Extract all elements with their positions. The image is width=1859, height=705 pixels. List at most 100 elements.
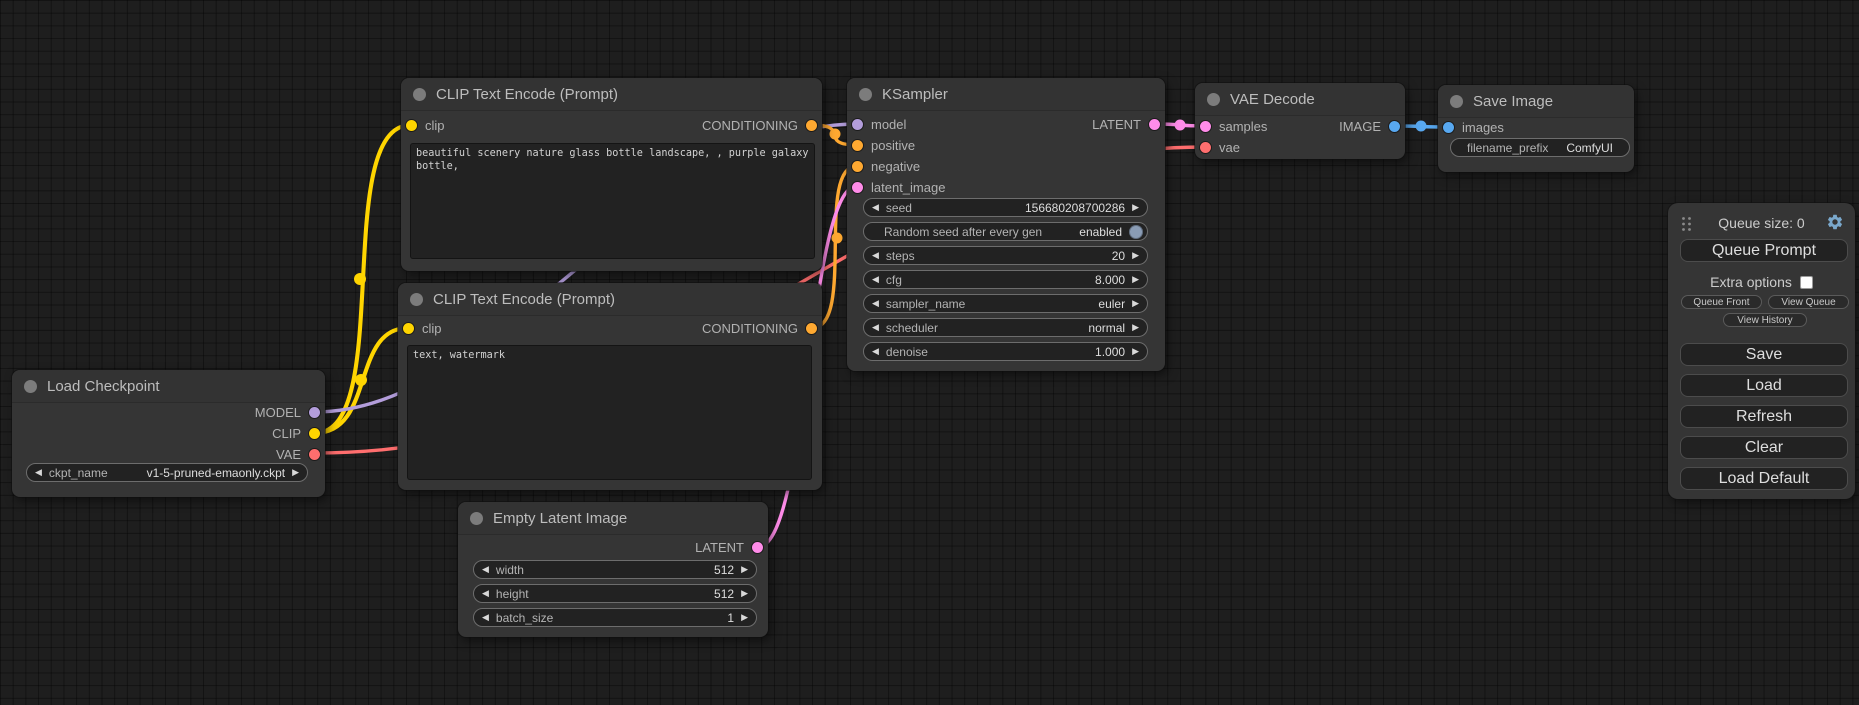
output-conditioning[interactable]: CONDITIONING bbox=[702, 114, 817, 136]
input-clip[interactable]: clip bbox=[403, 317, 442, 339]
collapse-dot-icon[interactable] bbox=[24, 380, 37, 393]
latent-port-icon[interactable] bbox=[852, 182, 863, 193]
conditioning-port-icon[interactable] bbox=[852, 161, 863, 172]
latent-port-icon[interactable] bbox=[752, 542, 763, 553]
increment-arrow-icon[interactable]: ▶ bbox=[1132, 347, 1139, 356]
node-clip-text-encode-negative[interactable]: CLIP Text Encode (Prompt) clip CONDITION… bbox=[398, 283, 822, 490]
decrement-arrow-icon[interactable]: ◀ bbox=[872, 323, 879, 332]
batch-size-widget[interactable]: ◀ batch_size 1 ▶ bbox=[473, 608, 757, 627]
collapse-dot-icon[interactable] bbox=[1207, 93, 1220, 106]
decrement-arrow-icon[interactable]: ◀ bbox=[872, 275, 879, 284]
settings-gear-icon[interactable] bbox=[1826, 213, 1844, 231]
link-dot[interactable] bbox=[1416, 121, 1427, 132]
node-load-checkpoint[interactable]: Load Checkpoint MODEL CLIP VAE ◀ ckpt_na… bbox=[12, 370, 325, 497]
toggle-knob-icon[interactable] bbox=[1129, 225, 1143, 239]
input-clip[interactable]: clip bbox=[406, 114, 445, 136]
cfg-widget[interactable]: ◀ cfg 8.000 ▶ bbox=[863, 270, 1148, 289]
filename-prefix-widget[interactable]: filename_prefix ComfyUI bbox=[1450, 138, 1630, 157]
collapse-dot-icon[interactable] bbox=[1450, 95, 1463, 108]
seed-widget[interactable]: ◀ seed 156680208700286 ▶ bbox=[863, 198, 1148, 217]
output-conditioning[interactable]: CONDITIONING bbox=[702, 317, 817, 339]
width-widget[interactable]: ◀ width 512 ▶ bbox=[473, 560, 757, 579]
input-vae[interactable]: vae bbox=[1200, 136, 1240, 158]
latent-port-icon[interactable] bbox=[1149, 119, 1160, 130]
clear-button[interactable]: Clear bbox=[1680, 436, 1848, 459]
node-header[interactable]: Empty Latent Image bbox=[458, 502, 768, 535]
node-ksampler[interactable]: KSampler model positive negative latent_… bbox=[847, 78, 1165, 371]
denoise-widget[interactable]: ◀ denoise 1.000 ▶ bbox=[863, 342, 1148, 361]
decrement-arrow-icon[interactable]: ◀ bbox=[482, 613, 489, 622]
ckpt-name-widget[interactable]: ◀ ckpt_name v1-5-pruned-emaonly.ckpt ▶ bbox=[26, 463, 308, 482]
node-save-image[interactable]: Save Image images filename_prefix ComfyU… bbox=[1438, 85, 1634, 172]
conditioning-port-icon[interactable] bbox=[852, 140, 863, 151]
node-clip-text-encode-positive[interactable]: CLIP Text Encode (Prompt) clip CONDITION… bbox=[401, 78, 822, 271]
random-seed-toggle-widget[interactable]: Random seed after every gen enabled bbox=[863, 222, 1148, 241]
decrement-arrow-icon[interactable]: ◀ bbox=[482, 565, 489, 574]
increment-arrow-icon[interactable]: ▶ bbox=[741, 565, 748, 574]
output-vae[interactable]: VAE bbox=[276, 443, 320, 465]
node-header[interactable]: Load Checkpoint bbox=[12, 370, 325, 403]
output-image[interactable]: IMAGE bbox=[1339, 115, 1400, 137]
node-header[interactable]: KSampler bbox=[847, 78, 1165, 111]
load-default-button[interactable]: Load Default bbox=[1680, 467, 1848, 490]
view-history-button[interactable]: View History bbox=[1723, 313, 1807, 327]
negative-prompt-textarea[interactable]: text, watermark bbox=[407, 345, 812, 480]
model-port-icon[interactable] bbox=[309, 407, 320, 418]
decrement-arrow-icon[interactable]: ◀ bbox=[872, 299, 879, 308]
image-port-icon[interactable] bbox=[1389, 121, 1400, 132]
node-vae-decode[interactable]: VAE Decode samples vae IMAGE bbox=[1195, 83, 1405, 159]
increment-arrow-icon[interactable]: ▶ bbox=[1132, 299, 1139, 308]
input-latent-image[interactable]: latent_image bbox=[852, 176, 945, 198]
model-port-icon[interactable] bbox=[852, 119, 863, 130]
collapse-dot-icon[interactable] bbox=[859, 88, 872, 101]
input-images[interactable]: images bbox=[1443, 116, 1504, 138]
increment-arrow-icon[interactable]: ▶ bbox=[1132, 203, 1139, 212]
link-dot[interactable] bbox=[1175, 120, 1186, 131]
sampler-name-widget[interactable]: ◀ sampler_name euler ▶ bbox=[863, 294, 1148, 313]
refresh-button[interactable]: Refresh bbox=[1680, 405, 1848, 428]
vae-port-icon[interactable] bbox=[1200, 142, 1211, 153]
clip-port-icon[interactable] bbox=[403, 323, 414, 334]
input-samples[interactable]: samples bbox=[1200, 115, 1267, 137]
load-button[interactable]: Load bbox=[1680, 374, 1848, 397]
output-clip[interactable]: CLIP bbox=[272, 422, 320, 444]
input-model[interactable]: model bbox=[852, 113, 906, 135]
extra-options-checkbox[interactable] bbox=[1800, 276, 1813, 289]
collapse-dot-icon[interactable] bbox=[470, 512, 483, 525]
decrement-arrow-icon[interactable]: ◀ bbox=[872, 251, 879, 260]
latent-port-icon[interactable] bbox=[1200, 121, 1211, 132]
scheduler-widget[interactable]: ◀ scheduler normal ▶ bbox=[863, 318, 1148, 337]
increment-arrow-icon[interactable]: ▶ bbox=[741, 589, 748, 598]
output-model[interactable]: MODEL bbox=[255, 401, 320, 423]
steps-widget[interactable]: ◀ steps 20 ▶ bbox=[863, 246, 1148, 265]
decrement-arrow-icon[interactable]: ◀ bbox=[872, 347, 879, 356]
link-dot[interactable] bbox=[354, 273, 366, 285]
increment-arrow-icon[interactable]: ▶ bbox=[292, 468, 299, 477]
decrement-arrow-icon[interactable]: ◀ bbox=[482, 589, 489, 598]
height-widget[interactable]: ◀ height 512 ▶ bbox=[473, 584, 757, 603]
clip-port-icon[interactable] bbox=[406, 120, 417, 131]
conditioning-port-icon[interactable] bbox=[806, 120, 817, 131]
node-header[interactable]: Save Image bbox=[1438, 85, 1634, 118]
node-header[interactable]: VAE Decode bbox=[1195, 83, 1405, 116]
clip-port-icon[interactable] bbox=[309, 428, 320, 439]
increment-arrow-icon[interactable]: ▶ bbox=[1132, 251, 1139, 260]
input-positive[interactable]: positive bbox=[852, 134, 915, 156]
increment-arrow-icon[interactable]: ▶ bbox=[1132, 323, 1139, 332]
increment-arrow-icon[interactable]: ▶ bbox=[741, 613, 748, 622]
node-header[interactable]: CLIP Text Encode (Prompt) bbox=[398, 283, 822, 316]
link-dot[interactable] bbox=[832, 233, 843, 244]
image-port-icon[interactable] bbox=[1443, 122, 1454, 133]
queue-front-button[interactable]: Queue Front bbox=[1681, 295, 1762, 309]
output-latent[interactable]: LATENT bbox=[695, 536, 763, 558]
node-empty-latent-image[interactable]: Empty Latent Image LATENT ◀ width 512 ▶ … bbox=[458, 502, 768, 637]
queue-prompt-button[interactable]: Queue Prompt bbox=[1680, 239, 1848, 262]
collapse-dot-icon[interactable] bbox=[413, 88, 426, 101]
view-queue-button[interactable]: View Queue bbox=[1768, 295, 1849, 309]
vae-port-icon[interactable] bbox=[309, 449, 320, 460]
output-latent[interactable]: LATENT bbox=[1092, 113, 1160, 135]
increment-arrow-icon[interactable]: ▶ bbox=[1132, 275, 1139, 284]
conditioning-port-icon[interactable] bbox=[806, 323, 817, 334]
input-negative[interactable]: negative bbox=[852, 155, 920, 177]
decrement-arrow-icon[interactable]: ◀ bbox=[872, 203, 879, 212]
